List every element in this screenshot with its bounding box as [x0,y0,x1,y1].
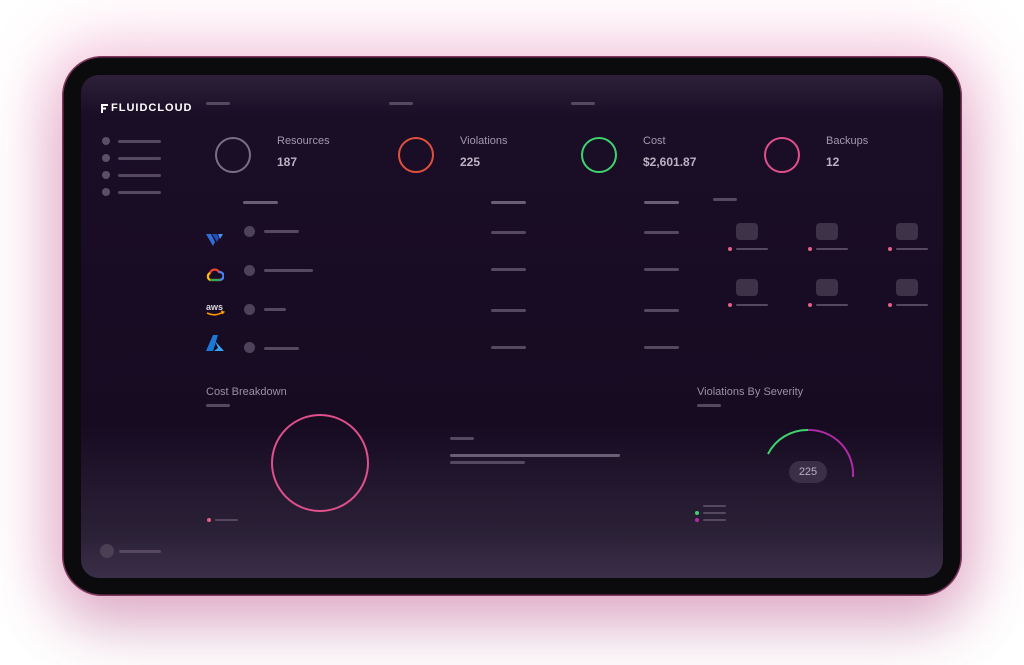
row-cell [491,268,526,271]
violations-ring-icon [398,137,434,173]
nav-item-label[interactable] [118,140,161,143]
stat-value: 12 [826,155,840,169]
resource-tile[interactable] [736,223,758,240]
tiles-header [713,198,737,201]
status-dot [728,247,732,251]
legend-label [215,519,238,521]
legend-label [703,519,726,521]
stat-value: 187 [277,155,298,169]
user-name-placeholder[interactable] [119,550,161,553]
section-subtitle-placeholder [697,404,721,407]
row-cell [264,230,299,233]
app-logo[interactable]: FLUIDCLOUD [101,102,193,114]
resource-tile[interactable] [896,223,918,240]
resources-ring-icon [215,137,251,173]
google-cloud-icon [206,268,225,287]
status-dot [888,303,892,307]
row-status-icon [244,226,255,237]
stat-label: Resources [277,135,330,147]
header-placeholder [571,102,595,105]
row-status-icon [244,265,255,276]
legend-dot [695,511,699,515]
header-placeholder [389,102,413,105]
table-header [243,201,278,204]
violations-total-badge: 225 [789,461,827,483]
cost-breakdown-donut[interactable] [270,413,370,513]
fluidcloud-logo-icon [101,103,108,113]
nav-item-label[interactable] [118,174,161,177]
aws-logo-text: aws [206,302,223,312]
backups-ring-icon [764,137,800,173]
stat-label: Violations [460,135,508,147]
tile-label [896,304,928,306]
cost-ring-icon [581,137,617,173]
nav-item-icon[interactable] [102,137,110,145]
status-dot [888,247,892,251]
legend-dot [207,518,211,522]
nav-item-icon[interactable] [102,154,110,162]
legend-header [703,505,726,507]
row-cell [644,309,679,312]
row-status-icon [244,342,255,353]
violations-by-severity-title: Violations By Severity [697,386,804,398]
status-dot [808,247,812,251]
row-cell [644,346,679,349]
row-cell [644,268,679,271]
resource-tile[interactable] [816,279,838,296]
row-cell [491,309,526,312]
legend-dot [695,518,699,522]
header-placeholder [206,102,230,105]
tile-label [736,248,768,250]
status-dot [728,303,732,307]
row-cell [264,269,313,272]
tile-label [736,304,768,306]
stat-value: 225 [460,155,481,169]
stat-value: $2,601.87 [643,155,697,169]
row-cell [491,346,526,349]
stat-label: Cost [643,135,666,147]
status-dot [808,303,812,307]
tile-label [896,248,928,250]
vultr-icon [206,232,224,253]
table-header [491,201,526,204]
avatar[interactable] [100,544,114,558]
cost-breakdown-title: Cost Breakdown [206,386,287,398]
table-header [644,201,679,204]
aws-icon: aws [205,301,227,322]
stat-label: Backups [826,135,869,147]
row-cell [264,308,286,311]
row-cell [264,347,299,350]
detail-line [450,461,525,464]
tile-label [816,304,848,306]
app-name: FLUIDCLOUD [111,102,193,114]
resource-tile[interactable] [896,279,918,296]
nav-item-label[interactable] [118,191,161,194]
resource-tile[interactable] [736,279,758,296]
row-status-icon [244,304,255,315]
row-cell [491,231,526,234]
nav-item-label[interactable] [118,157,161,160]
azure-icon [206,335,224,356]
resource-tile[interactable] [816,223,838,240]
dashboard-screen: FLUIDCLOUD Resources 187 Violations 225 … [81,75,943,578]
tile-label [816,248,848,250]
detail-line [450,454,620,457]
nav-item-icon[interactable] [102,188,110,196]
row-cell [644,231,679,234]
nav-item-icon[interactable] [102,171,110,179]
detail-header [450,437,474,440]
section-subtitle-placeholder [206,404,230,407]
legend-label [703,512,726,514]
